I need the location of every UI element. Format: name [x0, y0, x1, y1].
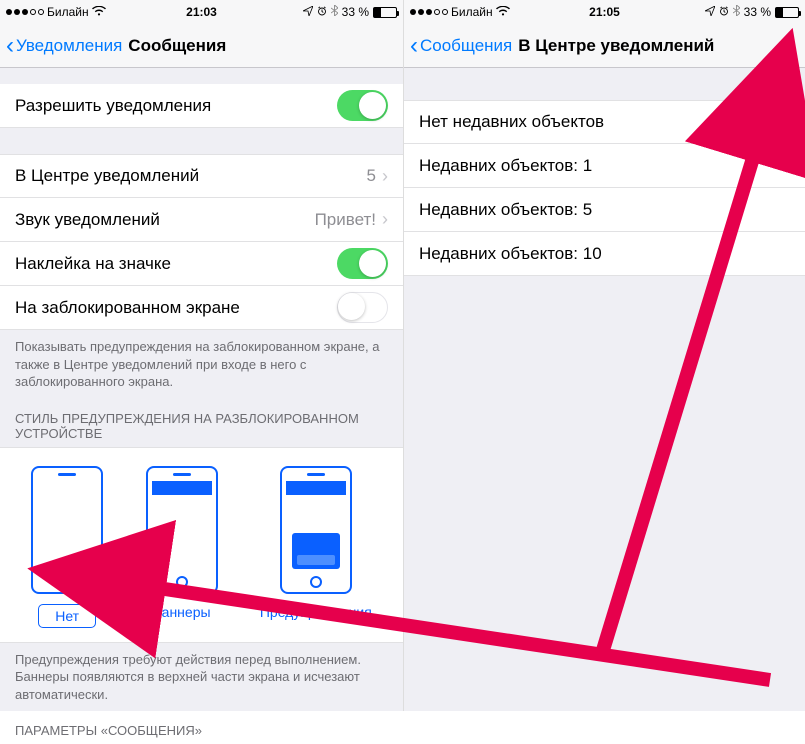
status-bar: Билайн 21:05 33 % [404, 0, 805, 24]
cell-label: Недавних объектов: 5 [419, 200, 790, 220]
cell-allow-notifications[interactable]: Разрешить уведомления [0, 84, 403, 128]
nav-bar: ‹ Уведомления Сообщения [0, 24, 403, 68]
style-option-none[interactable]: Нет [31, 466, 103, 628]
back-button[interactable]: ‹ Сообщения [404, 34, 512, 58]
alarm-icon [317, 5, 327, 19]
back-label: Сообщения [420, 36, 512, 56]
option-1-recent[interactable]: Недавних объектов: 1 [404, 144, 805, 188]
toggle-allow[interactable] [337, 90, 388, 121]
style-none-button[interactable]: Нет [38, 604, 96, 628]
bluetooth-icon [331, 5, 338, 19]
header-alert-style: СТИЛЬ ПРЕДУПРЕЖДЕНИЯ НА РАЗБЛОКИРОВАННОМ… [0, 397, 403, 447]
signal-dots-icon [410, 9, 448, 15]
battery-percent: 33 % [342, 5, 369, 19]
clock: 21:03 [186, 5, 217, 19]
cell-value: Привет! [315, 210, 376, 230]
checkmark-icon: ✓ [775, 112, 790, 133]
cell-label: Нет недавних объектов [419, 112, 775, 132]
cell-label: Недавних объектов: 10 [419, 244, 790, 264]
cell-badge[interactable]: Наклейка на значке [0, 242, 403, 286]
bluetooth-icon [733, 5, 740, 19]
page-title: В Центре уведомлений [512, 36, 714, 56]
back-button[interactable]: ‹ Уведомления [0, 34, 122, 58]
toggle-badge[interactable] [337, 248, 388, 279]
cell-label: Недавних объектов: 1 [419, 156, 790, 176]
chevron-right-icon: › [382, 209, 388, 230]
cell-label: Звук уведомлений [15, 210, 315, 230]
status-bar-right: 33 % [303, 5, 397, 19]
phone-alerts-icon [280, 466, 352, 594]
status-bar-left: Билайн [410, 5, 510, 19]
battery-icon [775, 7, 799, 18]
footer-alert-style: Предупреждения требуют действия перед вы… [0, 643, 403, 710]
clock: 21:05 [589, 5, 620, 19]
location-icon [705, 5, 715, 19]
cell-sound[interactable]: Звук уведомлений Привет! › [0, 198, 403, 242]
chevron-left-icon: ‹ [410, 34, 418, 58]
style-alerts-label: Предупреждения [260, 604, 372, 620]
back-label: Уведомления [16, 36, 122, 56]
style-option-alerts[interactable]: Предупреждения [260, 466, 372, 628]
nav-bar: ‹ Сообщения В Центре уведомлений [404, 24, 805, 68]
screen-notification-center: Билайн 21:05 33 % ‹ Сообщения В Центре у… [403, 0, 805, 711]
option-5-recent[interactable]: Недавних объектов: 5 [404, 188, 805, 232]
footer-lockscreen: Показывать предупреждения на заблокирова… [0, 330, 403, 397]
wifi-icon [92, 5, 106, 19]
cell-value: 5 [367, 166, 376, 186]
cell-label: В Центре уведомлений [15, 166, 367, 186]
carrier-label: Билайн [47, 5, 89, 19]
carrier-label: Билайн [451, 5, 493, 19]
option-no-recent[interactable]: Нет недавних объектов ✓ [404, 100, 805, 144]
status-bar-left: Билайн [6, 5, 106, 19]
cell-label: На заблокированном экране [15, 298, 337, 318]
screen-messages-settings: Билайн 21:03 33 % ‹ Уведомления Сообщени… [0, 0, 403, 711]
style-option-banners[interactable]: Баннеры [146, 466, 218, 628]
signal-dots-icon [6, 9, 44, 15]
chevron-right-icon: › [382, 166, 388, 187]
status-bar-right: 33 % [705, 5, 799, 19]
battery-percent: 33 % [744, 5, 771, 19]
cell-label: Разрешить уведомления [15, 96, 337, 116]
chevron-left-icon: ‹ [6, 34, 14, 58]
cell-notification-center[interactable]: В Центре уведомлений 5 › [0, 154, 403, 198]
phone-banners-icon [146, 466, 218, 594]
alarm-icon [719, 5, 729, 19]
alert-style-picker: Нет Баннеры Предупреждения [0, 447, 403, 643]
cell-lockscreen[interactable]: На заблокированном экране [0, 286, 403, 330]
wifi-icon [496, 5, 510, 19]
toggle-lockscreen[interactable] [337, 292, 388, 323]
page-title: Сообщения [122, 36, 226, 56]
status-bar: Билайн 21:03 33 % [0, 0, 403, 24]
header-message-params: ПАРАМЕТРЫ «СООБЩЕНИЯ» [0, 709, 403, 744]
option-10-recent[interactable]: Недавних объектов: 10 [404, 232, 805, 276]
location-icon [303, 5, 313, 19]
phone-none-icon [31, 466, 103, 594]
battery-icon [373, 7, 397, 18]
cell-label: Наклейка на значке [15, 254, 337, 274]
style-banners-label: Баннеры [152, 604, 210, 620]
